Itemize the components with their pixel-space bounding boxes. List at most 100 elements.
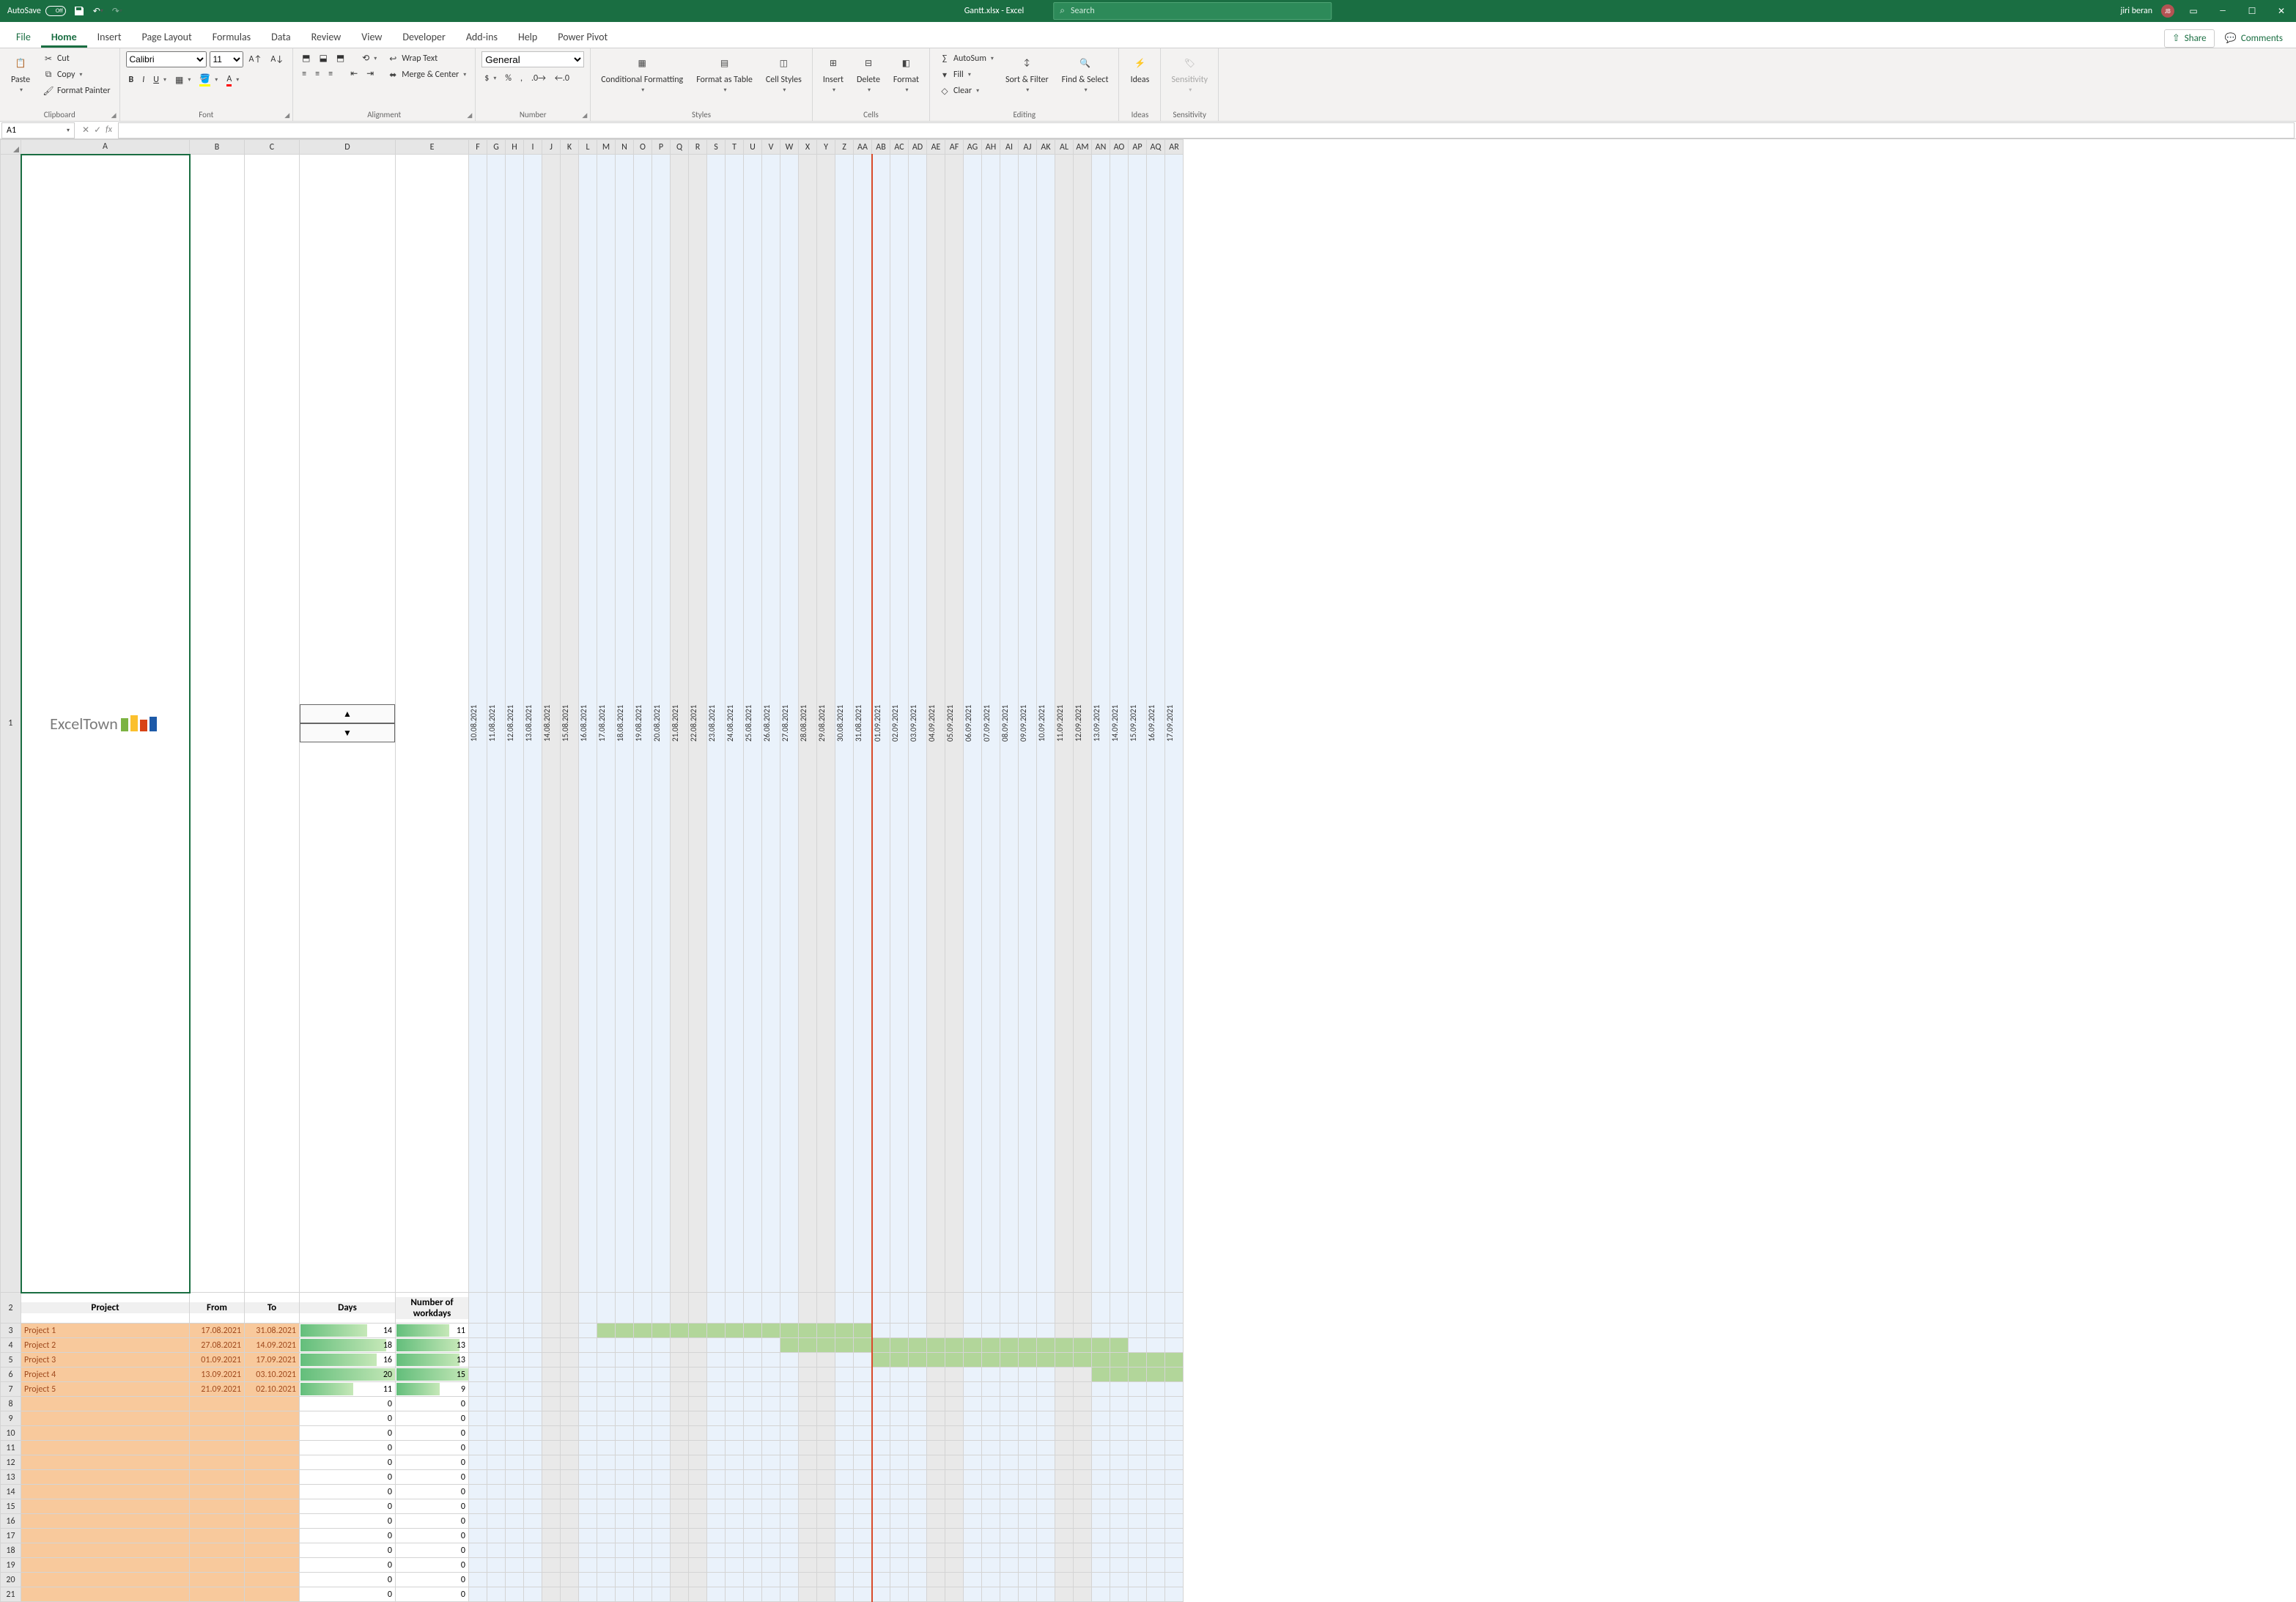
gantt-cell[interactable]	[762, 1543, 780, 1558]
grid-cell[interactable]	[1019, 1293, 1037, 1324]
days-cell[interactable]: 0	[300, 1455, 396, 1470]
gantt-cell[interactable]	[762, 1382, 780, 1397]
grid-cell[interactable]	[909, 1293, 927, 1324]
gantt-cell[interactable]	[1092, 1455, 1110, 1470]
gantt-cell[interactable]	[487, 1514, 506, 1529]
gantt-cell[interactable]	[1129, 1514, 1147, 1529]
gantt-cell[interactable]	[1165, 1558, 1184, 1573]
accounting-format-icon[interactable]: $▾	[481, 72, 499, 85]
gantt-cell[interactable]	[726, 1455, 744, 1470]
gantt-cell[interactable]	[689, 1470, 707, 1485]
tab-review[interactable]: Review	[301, 26, 352, 48]
gantt-cell[interactable]	[964, 1543, 982, 1558]
gantt-cell[interactable]	[707, 1397, 726, 1411]
to-cell[interactable]: 14.09.2021	[245, 1338, 300, 1353]
gantt-cell[interactable]	[1110, 1514, 1129, 1529]
gantt-cell[interactable]	[890, 1573, 909, 1587]
gantt-cell[interactable]	[1074, 1529, 1092, 1543]
gantt-cell[interactable]	[817, 1514, 835, 1529]
grid-cell[interactable]	[762, 1293, 780, 1324]
gantt-cell[interactable]	[524, 1324, 542, 1338]
column-header[interactable]: AK	[1037, 140, 1055, 155]
gantt-cell[interactable]	[817, 1382, 835, 1397]
gantt-cell[interactable]	[689, 1411, 707, 1426]
select-all-button[interactable]	[1, 140, 21, 155]
gantt-cell[interactable]	[817, 1455, 835, 1470]
workdays-cell[interactable]: 0	[396, 1455, 469, 1470]
column-header[interactable]: R	[689, 140, 707, 155]
header-from[interactable]: From	[190, 1293, 245, 1324]
column-header[interactable]: L	[579, 140, 597, 155]
gantt-cell[interactable]	[634, 1382, 652, 1397]
grid-cell[interactable]	[579, 1293, 597, 1324]
gantt-cell[interactable]	[964, 1529, 982, 1543]
gantt-cell[interactable]	[487, 1470, 506, 1485]
from-cell[interactable]	[190, 1411, 245, 1426]
gantt-cell[interactable]	[854, 1441, 872, 1455]
grid-cell[interactable]	[616, 1293, 634, 1324]
days-cell[interactable]: 0	[300, 1573, 396, 1587]
gantt-cell[interactable]	[909, 1529, 927, 1543]
gantt-cell[interactable]	[982, 1426, 1000, 1441]
days-cell[interactable]: 20	[300, 1367, 396, 1382]
date-header-cell[interactable]: 30.08.2021	[835, 155, 854, 1293]
gantt-cell[interactable]	[945, 1455, 964, 1470]
gantt-cell[interactable]	[744, 1324, 762, 1338]
grid-cell[interactable]	[1165, 1293, 1184, 1324]
minimize-icon[interactable]: ―	[2212, 6, 2233, 16]
gantt-cell[interactable]	[1147, 1441, 1165, 1455]
workdays-cell[interactable]: 0	[396, 1587, 469, 1602]
gantt-cell[interactable]	[579, 1587, 597, 1602]
gantt-cell[interactable]	[616, 1499, 634, 1514]
gantt-cell[interactable]	[835, 1455, 854, 1470]
project-name-cell[interactable]	[21, 1426, 190, 1441]
gantt-cell[interactable]	[652, 1514, 671, 1529]
gantt-cell[interactable]	[579, 1485, 597, 1499]
gantt-cell[interactable]	[671, 1470, 689, 1485]
gantt-cell[interactable]	[762, 1441, 780, 1455]
gantt-cell[interactable]	[1000, 1587, 1019, 1602]
gantt-cell[interactable]	[1147, 1338, 1165, 1353]
gantt-cell[interactable]	[652, 1382, 671, 1397]
gantt-cell[interactable]	[616, 1338, 634, 1353]
grid-cell[interactable]	[964, 1293, 982, 1324]
gantt-cell[interactable]	[652, 1499, 671, 1514]
gantt-cell[interactable]	[542, 1324, 561, 1338]
gantt-cell[interactable]	[689, 1573, 707, 1587]
gantt-cell[interactable]	[1129, 1397, 1147, 1411]
workdays-cell[interactable]: 9	[396, 1382, 469, 1397]
gantt-cell[interactable]	[1092, 1397, 1110, 1411]
gantt-cell[interactable]	[1147, 1382, 1165, 1397]
gantt-cell[interactable]	[707, 1426, 726, 1441]
gantt-cell[interactable]	[542, 1470, 561, 1485]
decrease-font-icon[interactable]: A↓	[267, 53, 287, 66]
column-header[interactable]: AQ	[1147, 140, 1165, 155]
to-cell[interactable]	[245, 1587, 300, 1602]
gantt-cell[interactable]	[799, 1441, 817, 1455]
column-header[interactable]: E	[396, 140, 469, 155]
gantt-cell[interactable]	[780, 1397, 799, 1411]
gantt-cell[interactable]	[964, 1587, 982, 1602]
gantt-cell[interactable]	[1037, 1587, 1055, 1602]
gantt-cell[interactable]	[1110, 1367, 1129, 1382]
from-cell[interactable]: 17.08.2021	[190, 1324, 245, 1338]
gantt-cell[interactable]	[1037, 1426, 1055, 1441]
row-header[interactable]: 18	[1, 1543, 21, 1558]
gantt-cell[interactable]	[1019, 1587, 1037, 1602]
gantt-cell[interactable]	[1092, 1470, 1110, 1485]
gantt-cell[interactable]	[1074, 1426, 1092, 1441]
tab-data[interactable]: Data	[261, 26, 300, 48]
gantt-cell[interactable]	[1037, 1353, 1055, 1367]
grid-cell[interactable]	[1037, 1293, 1055, 1324]
ideas-button[interactable]: ⚡Ideas	[1125, 51, 1154, 86]
gantt-cell[interactable]	[1092, 1573, 1110, 1587]
from-cell[interactable]	[190, 1587, 245, 1602]
gantt-cell[interactable]	[1055, 1529, 1074, 1543]
column-header[interactable]: J	[542, 140, 561, 155]
gantt-cell[interactable]	[1000, 1338, 1019, 1353]
gantt-cell[interactable]	[780, 1558, 799, 1573]
gantt-cell[interactable]	[634, 1367, 652, 1382]
gantt-cell[interactable]	[909, 1485, 927, 1499]
gantt-cell[interactable]	[1074, 1324, 1092, 1338]
tab-help[interactable]: Help	[508, 26, 547, 48]
